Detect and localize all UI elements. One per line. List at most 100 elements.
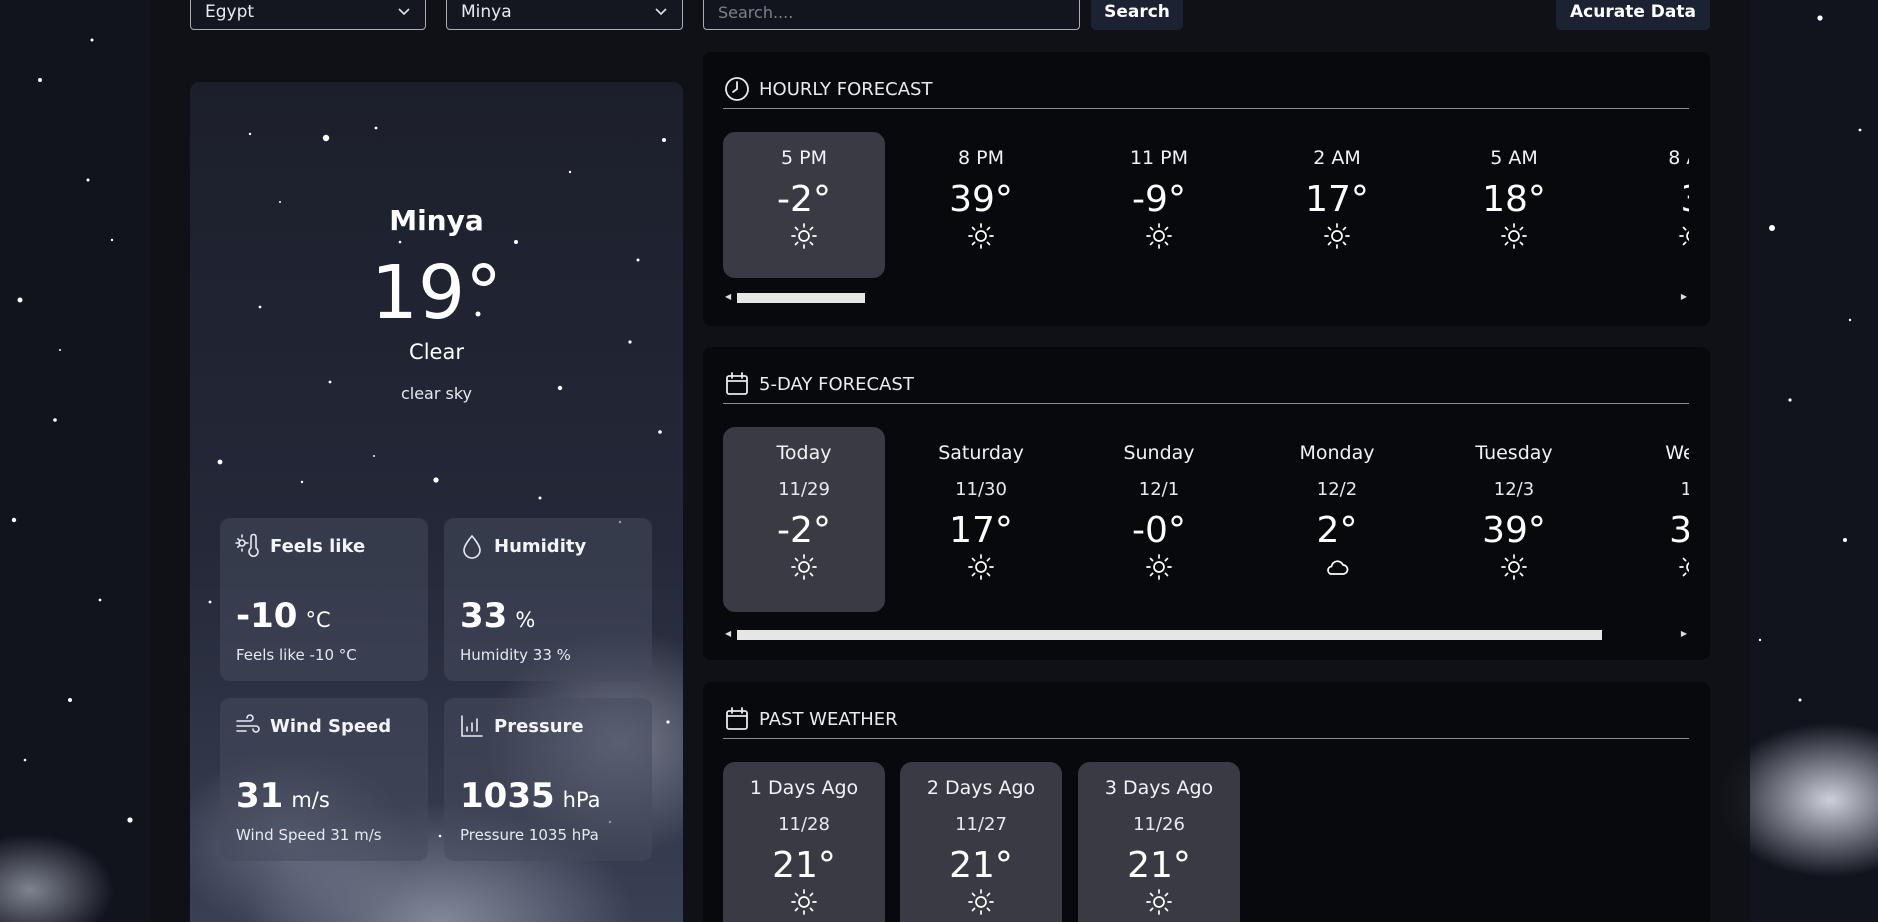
daily-tile[interactable]: Saturday 11/30 17° — [900, 427, 1062, 612]
past-weather-header: PAST WEATHER — [723, 700, 1689, 739]
scroll-left-arrow[interactable]: ◀ — [725, 629, 731, 638]
past-temp: 21° — [1127, 845, 1191, 886]
daily-day: Sunday — [1123, 442, 1195, 464]
country-select-value: Egypt — [205, 2, 255, 22]
current-temperature: 19° — [370, 250, 503, 336]
past-tile[interactable]: 1 Days Ago 11/28 21° — [723, 762, 885, 922]
past-tile[interactable]: 2 Days Ago 11/27 21° — [900, 762, 1062, 922]
hourly-time: 5 AM — [1490, 147, 1538, 169]
humidity-description: Humidity 33 % — [460, 646, 571, 664]
pressure-value: 1035 hPa — [460, 776, 601, 816]
pressure-card: Pressure 1035 hPa Pressure 1035 hPa — [444, 698, 652, 861]
sun-icon — [968, 554, 994, 580]
scroll-thumb[interactable] — [737, 630, 1602, 640]
daily-day: Wedn — [1665, 442, 1689, 464]
scroll-right-arrow[interactable]: ▶ — [1681, 292, 1687, 301]
country-select[interactable]: Egypt — [190, 0, 426, 30]
daily-date: 12/2 — [1316, 479, 1358, 500]
calendar-icon — [726, 707, 748, 730]
past-date: 11/28 — [778, 814, 830, 835]
hourly-temp: -2° — [777, 179, 831, 220]
hourly-time: 5 PM — [781, 147, 827, 169]
past-temp: 21° — [772, 845, 836, 886]
sun-icon — [1679, 557, 1689, 577]
hourly-tile[interactable]: 5 PM -2° — [723, 132, 885, 278]
feels-like-card: Feels like -10 °C Feels like -10 °C — [220, 518, 428, 681]
daily-scroller[interactable]: Today 11/29 -2° Saturday 11/30 17° Sunda… — [723, 427, 1689, 612]
daily-tile[interactable]: Today 11/29 -2° — [723, 427, 885, 612]
search-button[interactable]: Search — [1091, 0, 1183, 30]
feels-like-value: -10 °C — [236, 596, 331, 636]
daily-day: Tuesday — [1475, 442, 1553, 464]
city-name: Minya — [389, 204, 484, 237]
sun-icon — [1501, 223, 1527, 249]
pressure-label: Pressure — [494, 715, 584, 737]
wind-speed-card: Wind Speed 31 m/s Wind Speed 31 m/s — [220, 698, 428, 861]
past-day: 2 Days Ago — [926, 777, 1036, 799]
daily-temp: 39° — [1482, 510, 1546, 551]
hourly-tile[interactable]: 8 AM 3 — [1611, 132, 1689, 278]
hourly-tile[interactable]: 8 PM 39° — [900, 132, 1062, 278]
sun-icon — [968, 223, 994, 249]
hourly-forecast-section: HOURLY FORECAST 5 PM -2° 8 PM 39° 11 PM … — [703, 52, 1710, 326]
daily-date: 11/30 — [955, 479, 1007, 500]
clock-icon — [725, 77, 749, 101]
daily-tile[interactable]: Sunday 12/1 -0° — [1078, 427, 1240, 612]
scroll-left-arrow[interactable]: ◀ — [725, 292, 731, 301]
sun-icon — [1501, 554, 1527, 580]
humidity-label: Humidity — [494, 535, 587, 557]
daily-tile[interactable]: Tuesday 12/3 39° — [1433, 427, 1595, 612]
daily-tile[interactable]: Wedn 12 32 — [1611, 427, 1689, 612]
daily-date: 11/29 — [778, 479, 830, 500]
scroll-thumb[interactable] — [737, 293, 865, 303]
five-day-forecast-title: 5-DAY FORECAST — [759, 373, 914, 395]
hourly-time: 2 AM — [1313, 147, 1361, 169]
hourly-tile[interactable]: 11 PM -9° — [1078, 132, 1240, 278]
wind-speed-value: 31 m/s — [236, 776, 330, 816]
hourly-temp: 39° — [949, 179, 1013, 220]
wind-speed-label: Wind Speed — [270, 715, 392, 737]
scroll-right-arrow[interactable]: ▶ — [1681, 629, 1687, 638]
bar-chart-icon — [461, 715, 483, 737]
hourly-scrollbar[interactable]: ◀ ▶ — [723, 290, 1689, 304]
city-select-value: Minya — [461, 2, 512, 22]
daily-day: Saturday — [938, 442, 1024, 464]
daily-date: 12/3 — [1493, 479, 1535, 500]
daily-tile[interactable]: Monday 12/2 2° — [1256, 427, 1418, 612]
accurate-data-button[interactable]: Acurate Data — [1556, 0, 1710, 30]
wind-speed-description: Wind Speed 31 m/s — [236, 826, 382, 844]
chevron-down-icon — [398, 8, 410, 16]
past-tile[interactable]: 3 Days Ago 11/26 21° — [1078, 762, 1240, 922]
current-weather-panel: Minya 19° Clear clear sky Feels like -10… — [190, 82, 683, 922]
daily-date: 12/1 — [1138, 479, 1180, 500]
sun-icon — [1324, 223, 1350, 249]
daily-scrollbar[interactable]: ◀ ▶ — [723, 627, 1689, 641]
sun-icon — [1679, 226, 1689, 246]
past-scroller: 1 Days Ago 11/28 21° 2 Days Ago 11/27 21… — [723, 762, 1689, 922]
daily-date: 12 — [1680, 479, 1689, 500]
hourly-time: 8 AM — [1668, 147, 1689, 169]
weather-condition: Clear — [409, 340, 464, 364]
search-input[interactable] — [703, 0, 1080, 30]
wind-icon — [236, 714, 260, 733]
feels-like-description: Feels like -10 °C — [236, 646, 357, 664]
past-day: 3 Days Ago — [1104, 777, 1214, 799]
droplet-icon — [463, 534, 481, 559]
hourly-tile[interactable]: 5 AM 18° — [1433, 132, 1595, 278]
sun-icon — [791, 889, 817, 915]
sun-icon — [968, 889, 994, 915]
daily-day: Today — [776, 442, 832, 464]
sun-icon — [791, 223, 817, 249]
past-date: 11/26 — [1133, 814, 1185, 835]
past-date: 11/27 — [955, 814, 1007, 835]
sun-icon — [1146, 554, 1172, 580]
city-select[interactable]: Minya — [446, 0, 683, 30]
thermometer-icon — [235, 533, 259, 557]
daily-temp: 17° — [949, 510, 1013, 551]
hourly-scroller[interactable]: 5 PM -2° 8 PM 39° 11 PM -9° 2 AM 17° 5 A… — [723, 132, 1689, 278]
hourly-tile[interactable]: 2 AM 17° — [1256, 132, 1418, 278]
hourly-time: 8 PM — [958, 147, 1004, 169]
hourly-temp: 3 — [1611, 179, 1689, 220]
hourly-temp: -9° — [1132, 179, 1186, 220]
sun-icon — [791, 554, 817, 580]
